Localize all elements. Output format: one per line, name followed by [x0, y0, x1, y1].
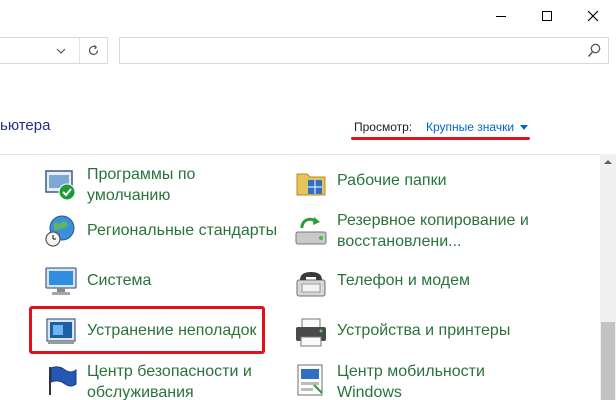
search-box[interactable]	[119, 37, 609, 64]
item-backup-restore[interactable]: Резервное копирование и восстановлени...	[294, 210, 534, 252]
minimize-icon	[496, 15, 506, 17]
item-label: Программы по	[87, 166, 196, 183]
view-by-label: Просмотр:	[354, 120, 413, 134]
item-label: Устройства и принтеры	[337, 322, 511, 339]
item-label: обслуживания	[87, 384, 194, 400]
item-label: Региональные стандарты	[87, 222, 278, 239]
item-work-folders[interactable]: Рабочие папки	[294, 164, 494, 198]
item-label: Windows	[337, 384, 402, 400]
chevron-down-icon	[56, 48, 66, 54]
system-monitor-icon	[45, 267, 77, 295]
close-button[interactable]	[570, 0, 616, 32]
work-folders-icon	[296, 173, 326, 196]
refresh-button[interactable]	[79, 38, 107, 63]
printer-icon	[296, 318, 326, 347]
annotation-highlight-box	[29, 306, 265, 354]
scroll-up-button[interactable]	[600, 154, 616, 170]
phone-modem-icon	[296, 272, 326, 297]
address-bar[interactable]	[0, 37, 108, 64]
item-devices-printers[interactable]: Устройства и принтеры	[294, 314, 514, 348]
flag-icon	[49, 366, 77, 395]
item-label: восстановлени...	[337, 233, 462, 250]
item-label: Система	[87, 272, 152, 289]
item-label: Резервное копирование и	[337, 212, 529, 229]
item-default-programs[interactable]: Программы по умолчанию	[44, 164, 264, 206]
vertical-scrollbar[interactable]	[600, 154, 616, 400]
item-label: Центр мобильности	[337, 363, 485, 380]
mobility-center-icon	[297, 364, 323, 396]
minimize-button[interactable]	[478, 0, 524, 32]
search-icon[interactable]	[587, 43, 601, 59]
item-label: Центр безопасности и	[87, 363, 252, 380]
dropdown-arrow-icon	[520, 124, 529, 130]
scroll-thumb[interactable]	[601, 322, 615, 400]
page-title: ьютера	[0, 117, 51, 134]
item-regional-settings[interactable]: Региональные стандарты	[44, 214, 278, 248]
maximize-button[interactable]	[524, 0, 570, 32]
view-by-dropdown[interactable]: Крупные значки	[426, 120, 529, 134]
backup-restore-icon	[295, 217, 327, 245]
view-by-value: Крупные значки	[426, 120, 515, 134]
scroll-up-arrow-icon	[604, 160, 612, 164]
title-bar	[0, 0, 616, 32]
globe-clock-icon	[45, 215, 75, 247]
header-divider	[0, 154, 600, 155]
address-dropdown-button[interactable]	[47, 38, 75, 63]
default-programs-icon	[45, 170, 76, 201]
item-label: Рабочие папки	[337, 172, 447, 189]
maximize-icon	[542, 11, 552, 21]
item-system[interactable]: Система	[44, 264, 194, 298]
annotation-underline	[351, 137, 530, 140]
navigation-row	[0, 32, 616, 70]
item-label: Телефон и модем	[337, 272, 470, 289]
item-label: умолчанию	[87, 187, 171, 204]
close-icon	[587, 10, 599, 22]
content-header: ьютера Просмотр: Крупные значки	[0, 70, 616, 154]
item-mobility-center[interactable]: Центр мобильности Windows	[294, 361, 514, 400]
item-security-maintenance[interactable]: Центр безопасности и обслуживания	[44, 361, 274, 400]
item-phone-modem[interactable]: Телефон и модем	[294, 264, 484, 298]
refresh-icon	[88, 45, 99, 56]
